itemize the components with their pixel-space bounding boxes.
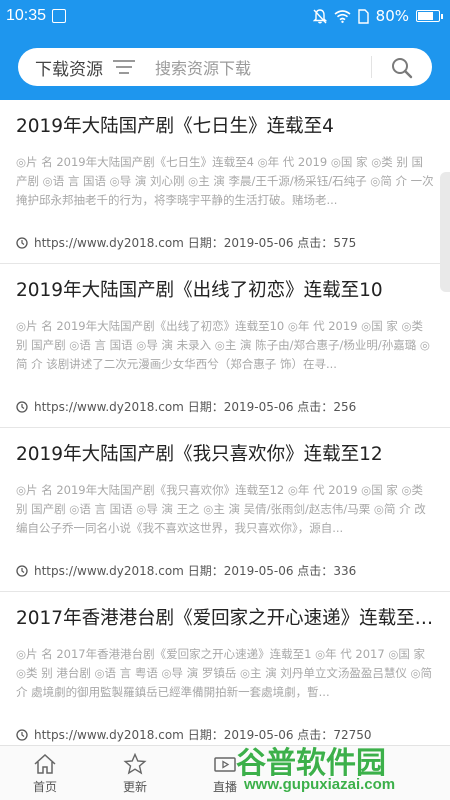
status-time: 10:35 <box>6 7 47 24</box>
item-description: ◎片 名 2019年大陆国产剧《七日生》连载至4 ◎年 代 2019 ◎国 家 … <box>16 155 434 207</box>
battery-icon <box>416 10 443 22</box>
item-clicks-label: 点击： <box>297 236 334 250</box>
resource-list: 2019年大陆国产剧《七日生》连载至4 ◎片 名 2019年大陆国产剧《七日生》… <box>0 100 450 756</box>
item-url: https://www.dy2018.com <box>34 235 184 250</box>
tab-home[interactable]: 首页 <box>0 746 90 800</box>
item-date-label: 日期： <box>187 236 224 250</box>
mute-bell-icon <box>312 8 327 23</box>
item-title[interactable]: 2019年大陆国产剧《七日生》连载至4 <box>16 100 434 139</box>
item-meta: https://www.dy2018.com 日期： 2019-05-06 点击：… <box>16 398 356 415</box>
item-date: 2019-05-06 <box>223 235 294 250</box>
dropdown-menu-icon <box>113 60 135 74</box>
item-date-label: 日期： <box>187 400 224 414</box>
list-item[interactable]: 2019年大陆国产剧《出线了初恋》连载至10 ◎片 名 2019年大陆国产剧《出… <box>0 264 450 428</box>
search-bar[interactable]: 下载资源 搜索资源下载 <box>18 48 432 86</box>
item-url: https://www.dy2018.com <box>34 399 184 414</box>
item-date-label: 日期： <box>187 564 224 578</box>
clock-icon <box>16 236 28 249</box>
list-item[interactable]: 2017年香港港台剧《爱回家之开心速递》连载至5... ◎片 名 2017年香港… <box>0 592 450 756</box>
status-bar: 10:35 80% <box>0 0 450 32</box>
item-clicks-label: 点击： <box>297 400 334 414</box>
watermark-url: www.gupuxiazai.com <box>244 776 396 793</box>
item-meta: https://www.dy2018.com 日期： 2019-05-06 点击：… <box>16 562 356 579</box>
item-url: https://www.dy2018.com <box>34 727 184 742</box>
search-input[interactable]: 搜索资源下载 <box>155 55 251 79</box>
clock-icon <box>16 728 28 741</box>
list-item[interactable]: 2019年大陆国产剧《我只喜欢你》连载至12 ◎片 名 2019年大陆国产剧《我… <box>0 428 450 592</box>
status-right: 80% <box>312 7 443 25</box>
battery-percent: 80% <box>375 7 409 25</box>
item-meta: https://www.dy2018.com 日期： 2019-05-06 点击：… <box>16 234 356 251</box>
item-date-label: 日期： <box>187 728 224 742</box>
item-description: ◎片 名 2017年香港港台剧《爱回家之开心速递》连载至1 ◎年 代 2017 … <box>16 647 433 699</box>
notification-icon <box>52 9 67 23</box>
item-date: 2019-05-06 <box>223 399 294 414</box>
sim-icon <box>357 8 369 24</box>
video-icon <box>214 757 236 772</box>
item-description: ◎片 名 2019年大陆国产剧《出线了初恋》连载至10 ◎年 代 2019 ◎国… <box>16 319 430 371</box>
item-clicks: 336 <box>333 563 357 578</box>
search-type-dropdown[interactable]: 下载资源 <box>35 55 135 80</box>
list-item[interactable]: 2019年大陆国产剧《七日生》连载至4 ◎片 名 2019年大陆国产剧《七日生》… <box>0 100 450 264</box>
tab-live-label: 直播 <box>212 780 237 794</box>
watermark: 谷普软件园 www.gupuxiazai.com <box>236 738 446 798</box>
item-title[interactable]: 2019年大陆国产剧《我只喜欢你》连载至12 <box>16 428 434 467</box>
star-icon <box>123 753 147 775</box>
side-drawer-handle[interactable] <box>440 172 450 292</box>
search-icon[interactable] <box>390 56 414 80</box>
item-title[interactable]: 2019年大陆国产剧《出线了初恋》连载至10 <box>16 264 434 303</box>
item-date: 2019-05-06 <box>223 563 294 578</box>
header: 下载资源 搜索资源下载 <box>0 32 450 100</box>
item-description: ◎片 名 2019年大陆国产剧《我只喜欢你》连载至12 ◎年 代 2019 ◎国… <box>16 483 426 535</box>
tab-home-label: 首页 <box>32 780 57 794</box>
tab-update-label: 更新 <box>122 780 147 794</box>
search-divider <box>371 56 372 78</box>
home-icon <box>34 753 56 774</box>
wifi-icon <box>334 9 351 23</box>
tab-update[interactable]: 更新 <box>90 746 180 800</box>
item-title[interactable]: 2017年香港港台剧《爱回家之开心速递》连载至5... <box>16 592 434 631</box>
clock-icon <box>16 400 28 413</box>
item-url: https://www.dy2018.com <box>34 563 184 578</box>
item-clicks: 575 <box>333 235 357 250</box>
clock-icon <box>16 564 28 577</box>
item-clicks: 256 <box>333 399 357 414</box>
search-type-label: 下载资源 <box>35 59 103 80</box>
item-clicks-label: 点击： <box>297 564 334 578</box>
